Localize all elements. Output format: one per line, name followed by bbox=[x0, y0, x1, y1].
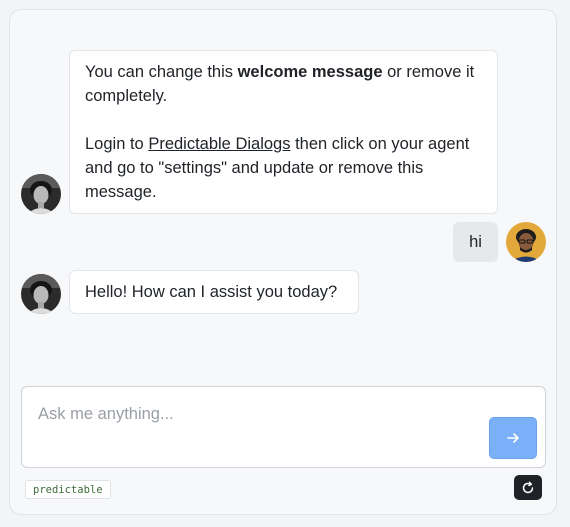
bot-avatar bbox=[21, 174, 61, 214]
welcome-text-prefix: You can change this bbox=[85, 63, 238, 81]
user-message: hi bbox=[453, 222, 498, 262]
bot-avatar bbox=[21, 274, 61, 314]
brand-badge[interactable]: predictable bbox=[25, 480, 111, 499]
login-text-prefix: Login to bbox=[85, 135, 149, 153]
welcome-text-bold: welcome message bbox=[237, 63, 383, 81]
message-input[interactable] bbox=[38, 405, 478, 435]
predictable-dialogs-link[interactable]: Predictable Dialogs bbox=[148, 135, 290, 153]
user-message-text: hi bbox=[469, 233, 482, 251]
refresh-icon bbox=[521, 481, 535, 495]
user-avatar bbox=[506, 222, 546, 262]
welcome-paragraph-1: You can change this welcome message or r… bbox=[85, 60, 482, 108]
bot-message-welcome: You can change this welcome message or r… bbox=[69, 50, 498, 214]
refresh-button[interactable] bbox=[514, 475, 542, 500]
bot-reply-text: Hello! How can I assist you today? bbox=[85, 283, 338, 301]
welcome-paragraph-2: Login to Predictable Dialogs then click … bbox=[85, 132, 482, 204]
arrow-right-icon bbox=[506, 431, 520, 445]
bot-message-reply: Hello! How can I assist you today? bbox=[69, 270, 359, 314]
message-composer bbox=[21, 386, 546, 468]
send-button[interactable] bbox=[489, 417, 537, 459]
